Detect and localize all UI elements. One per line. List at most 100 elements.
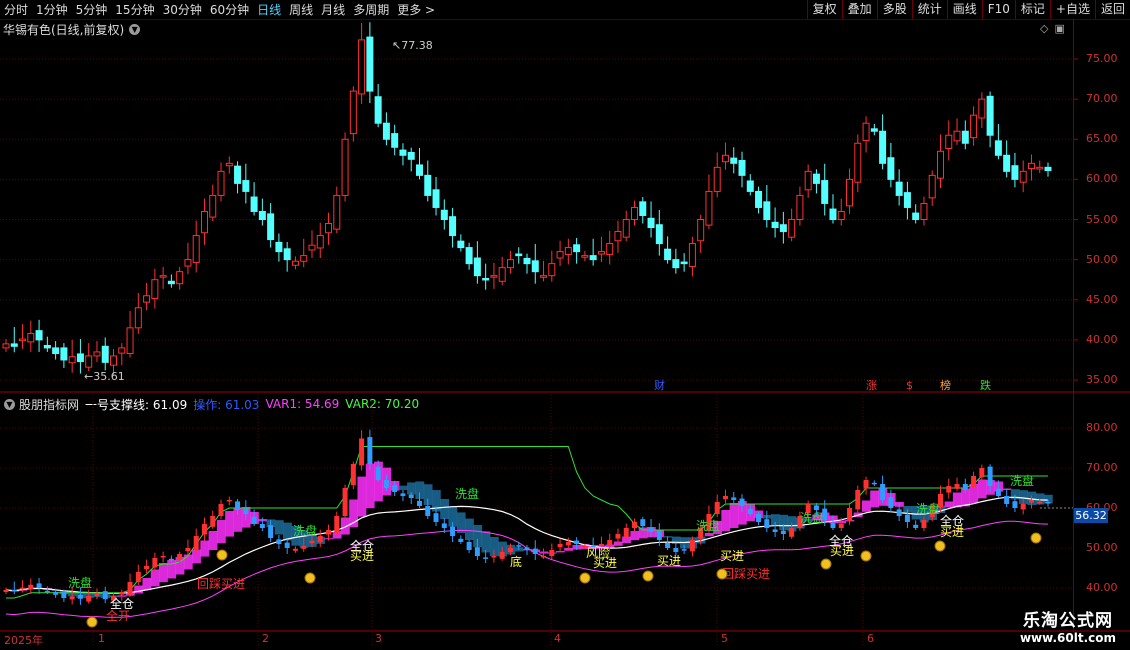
indicator-annotation: 洗盘 bbox=[455, 486, 479, 501]
candle-body bbox=[978, 98, 986, 119]
indicator-candle-body bbox=[309, 540, 315, 544]
candle-body bbox=[631, 206, 639, 220]
indicator-candle-body bbox=[921, 520, 927, 528]
x-label-jun: 6 bbox=[867, 632, 874, 645]
candle-body bbox=[862, 122, 870, 141]
indicator-annotation: 风险 bbox=[586, 545, 610, 560]
indicator-annotation: 洗盘 bbox=[800, 510, 824, 525]
indicator-candle-body bbox=[904, 514, 910, 522]
indicator-candle-body bbox=[739, 498, 745, 506]
price-tick-label: 65.00 bbox=[1086, 132, 1118, 146]
indicator-candle-body bbox=[722, 496, 728, 500]
candle-body bbox=[846, 178, 854, 207]
watermark: 乐淘公式网 www.60lt.com bbox=[1020, 606, 1116, 645]
indicator-candle-body bbox=[863, 480, 869, 489]
indicator-candle-body bbox=[375, 466, 381, 480]
ribbon-segment bbox=[464, 518, 474, 540]
candle-body bbox=[2, 343, 10, 349]
indicator-candle-body bbox=[168, 558, 174, 561]
event-marker: 榜 bbox=[940, 378, 951, 392]
candle-body bbox=[515, 253, 523, 257]
candle-body bbox=[366, 36, 374, 92]
candle-body bbox=[43, 344, 51, 349]
candle-body bbox=[548, 263, 556, 277]
money-bag-icon bbox=[934, 540, 946, 552]
candle-body bbox=[399, 149, 407, 156]
indicator-candle-body bbox=[243, 508, 249, 514]
ribbon-segment bbox=[183, 554, 193, 570]
ribbon-segment bbox=[870, 490, 880, 508]
candle-body bbox=[283, 248, 291, 261]
indicator-annotation: 洗盘 bbox=[68, 575, 92, 590]
x-label-apr: 4 bbox=[554, 632, 561, 645]
candle-body bbox=[730, 157, 738, 164]
candle-body bbox=[1027, 162, 1035, 170]
candle-body bbox=[200, 210, 208, 234]
candle-body bbox=[93, 351, 101, 357]
indicator-annotation: 洗盘 bbox=[1010, 473, 1034, 488]
candle-body bbox=[35, 330, 43, 341]
candle-body bbox=[308, 244, 316, 251]
candle-body bbox=[68, 356, 76, 364]
ribbon-segment bbox=[944, 501, 954, 508]
indicator-candle-body bbox=[871, 482, 877, 485]
ribbon-segment bbox=[555, 551, 565, 553]
candle-body bbox=[110, 355, 118, 366]
indicator-candle-body bbox=[226, 500, 232, 502]
indicator-annotation: 回踩买进 bbox=[722, 567, 770, 581]
indicator-candle-body bbox=[359, 438, 365, 466]
event-marker: $ bbox=[906, 379, 913, 392]
indicator-candle-body bbox=[764, 519, 770, 528]
candle-body bbox=[680, 261, 688, 265]
indicator-candle-body bbox=[28, 584, 34, 589]
indicator-candle-body bbox=[276, 539, 282, 544]
indicator-candle-body bbox=[94, 594, 100, 596]
candle-body bbox=[887, 157, 895, 180]
indicator-annotation: 回踩买进 bbox=[197, 577, 245, 591]
candle-body bbox=[1019, 170, 1027, 183]
indicator-candle-body bbox=[714, 502, 720, 514]
candle-body bbox=[325, 223, 333, 234]
indicator-candle-body bbox=[838, 524, 844, 528]
indicator-candle-body bbox=[77, 595, 83, 599]
ribbon-segment bbox=[398, 485, 408, 490]
indicator-candle-body bbox=[888, 497, 894, 508]
money-bag-icon bbox=[86, 616, 98, 628]
candle-body bbox=[540, 275, 548, 278]
indicator-candle-body bbox=[185, 548, 191, 552]
candle-body bbox=[333, 194, 341, 230]
watermark-url: www.60lt.com bbox=[1019, 631, 1116, 645]
candle-body bbox=[242, 180, 250, 192]
indicator-candle-body bbox=[86, 596, 92, 602]
kline-chart[interactable]: ↖77.38←35.61财涨 $ 榜跌洗盘洗盘洗盘 洗盘洗盘洗盘洗盘全仓 全仓全仓全仓买… bbox=[0, 0, 1130, 650]
ribbon-segment bbox=[729, 503, 739, 528]
ribbon-segment bbox=[481, 531, 491, 553]
candle-body bbox=[184, 259, 192, 267]
candle-body bbox=[85, 355, 93, 368]
candle-body bbox=[903, 192, 911, 208]
candle-body bbox=[415, 164, 423, 176]
candle-body bbox=[697, 219, 705, 242]
money-bag-icon bbox=[304, 572, 316, 584]
candle-body bbox=[159, 275, 167, 278]
indicator-candle-body bbox=[813, 505, 819, 510]
indicator-candle-body bbox=[995, 488, 1001, 496]
indicator-candle-body bbox=[20, 587, 26, 590]
x-label-may: 5 bbox=[721, 632, 728, 645]
indicator-candle-body bbox=[53, 592, 59, 595]
candle-body bbox=[449, 216, 457, 237]
candle-body bbox=[936, 150, 944, 179]
candle-body bbox=[994, 140, 1002, 156]
candle-body bbox=[953, 130, 961, 142]
candle-body bbox=[920, 202, 928, 220]
candle-body bbox=[382, 122, 390, 140]
candle-body bbox=[316, 235, 324, 249]
candle-body bbox=[275, 241, 283, 253]
candle-body bbox=[234, 165, 242, 184]
indicator-candle-body bbox=[830, 522, 836, 528]
candle-body bbox=[804, 170, 812, 191]
ribbon-segment bbox=[142, 578, 152, 591]
candle-body bbox=[688, 243, 696, 267]
indicator-candle-body bbox=[392, 485, 398, 492]
indicator-candle-body bbox=[400, 493, 406, 496]
